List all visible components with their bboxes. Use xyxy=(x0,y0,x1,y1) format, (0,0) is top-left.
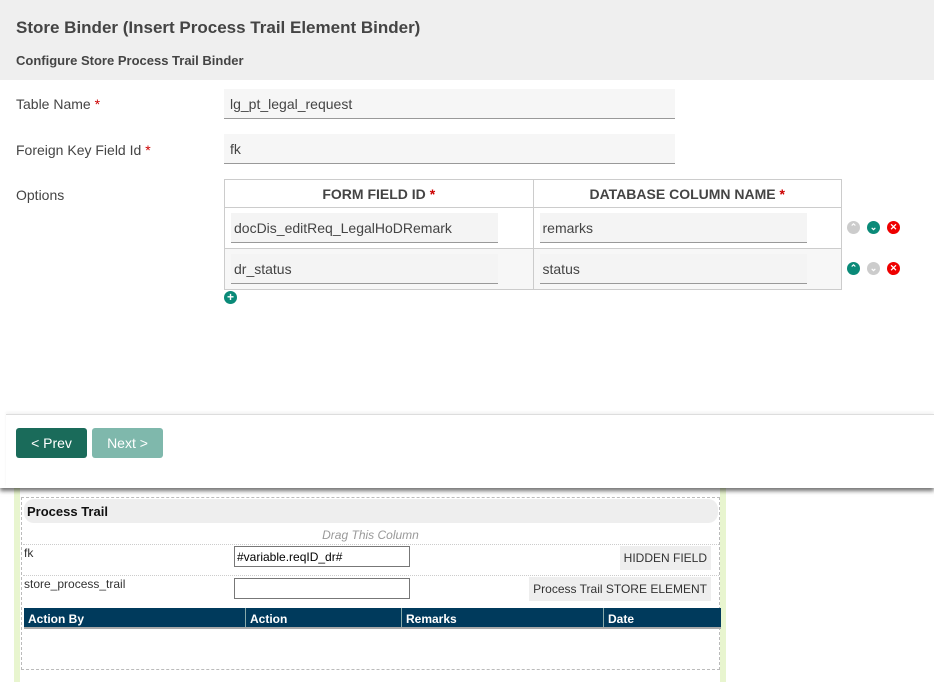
move-up-icon[interactable]: ⌃ xyxy=(847,262,860,275)
db-column-input[interactable] xyxy=(539,254,807,284)
foreign-key-input[interactable] xyxy=(224,134,675,164)
col-date: Date xyxy=(608,612,635,626)
move-down-icon[interactable]: ⌄ xyxy=(867,221,880,234)
store-binder-dialog: Store Binder (Insert Process Trail Eleme… xyxy=(0,0,934,488)
next-button[interactable]: Next > xyxy=(92,428,163,458)
canvas-border-left xyxy=(14,488,20,682)
options-label: Options xyxy=(16,187,65,203)
field-label: fk xyxy=(24,546,34,560)
hidden-field-tag: HIDDEN FIELD xyxy=(619,546,711,570)
form-field-id-input[interactable] xyxy=(231,254,498,284)
options-table: FORM FIELD ID * DATABASE COLUMN NAME * xyxy=(224,179,842,290)
header-form-field-id: FORM FIELD ID * xyxy=(224,179,534,208)
process-trail-grid-header: Action By Action Remarks Date xyxy=(24,608,721,629)
add-row-icon[interactable]: + xyxy=(224,291,237,304)
move-up-icon[interactable]: ⌃ xyxy=(847,221,860,234)
form-row-store[interactable]: store_process_trail Process Trail STORE … xyxy=(23,575,719,606)
header-db-column: DATABASE COLUMN NAME * xyxy=(532,179,842,208)
form-row-fk[interactable]: fk HIDDEN FIELD xyxy=(23,544,719,575)
move-down-icon[interactable]: ⌄ xyxy=(867,262,880,275)
table-row xyxy=(224,207,842,249)
db-column-input[interactable] xyxy=(539,213,807,243)
field-label: store_process_trail xyxy=(24,577,126,591)
delete-icon[interactable]: ✕ xyxy=(887,262,900,275)
drag-column-hint[interactable]: Drag This Column xyxy=(22,528,719,542)
foreign-key-label: Foreign Key Field Id * xyxy=(16,142,151,158)
store-process-trail-input[interactable] xyxy=(234,578,410,599)
section-header: Process Trail xyxy=(24,499,718,523)
prev-button[interactable]: < Prev xyxy=(16,428,87,458)
dialog-footer: < Prev Next > xyxy=(6,414,934,488)
dialog-subtitle: Configure Store Process Trail Binder xyxy=(16,53,244,68)
table-row xyxy=(224,248,842,290)
col-action: Action xyxy=(246,608,402,627)
col-remarks: Remarks xyxy=(402,608,604,627)
table-name-label: Table Name * xyxy=(16,96,101,112)
fk-input[interactable] xyxy=(234,546,410,567)
process-trail-section[interactable]: Process Trail Drag This Column fk HIDDEN… xyxy=(21,497,721,670)
form-field-id-input[interactable] xyxy=(231,213,498,243)
canvas-border-right xyxy=(720,488,726,682)
delete-icon[interactable]: ✕ xyxy=(887,221,900,234)
table-name-input[interactable] xyxy=(224,89,675,119)
store-element-tag: Process Trail STORE ELEMENT xyxy=(529,577,711,601)
col-action-by: Action By xyxy=(24,608,246,627)
dialog-title: Store Binder (Insert Process Trail Eleme… xyxy=(16,18,421,37)
